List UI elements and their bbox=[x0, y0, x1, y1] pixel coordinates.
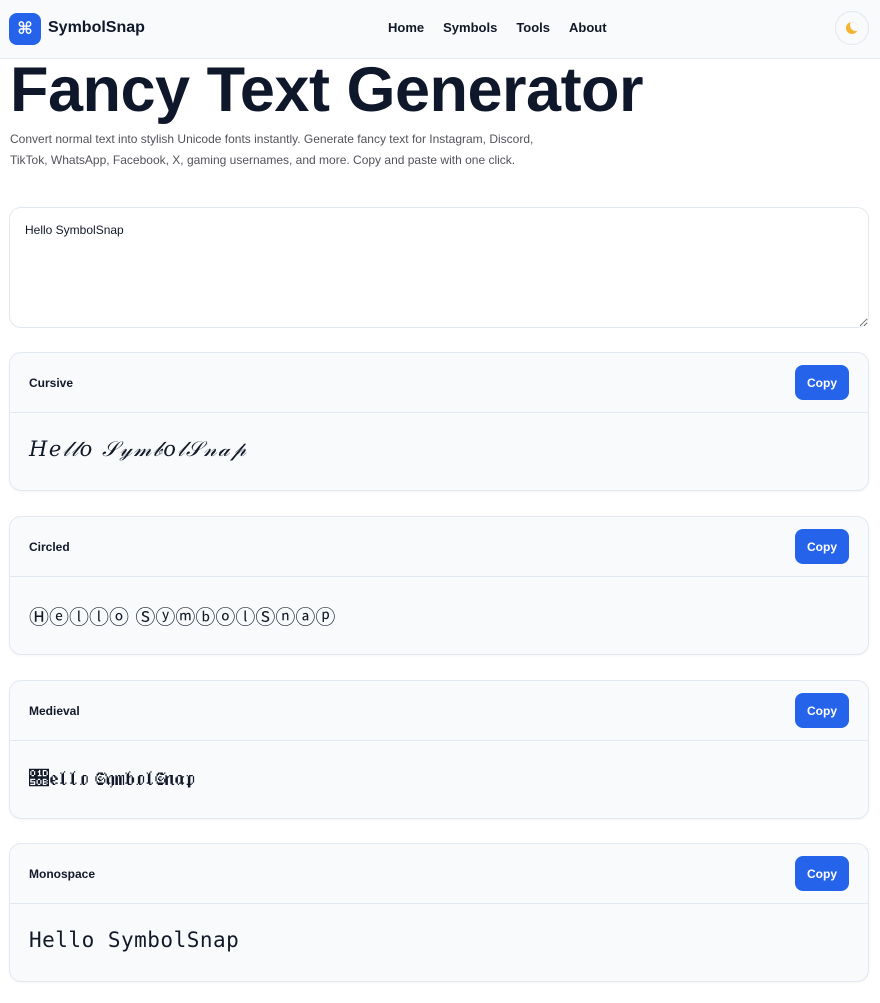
card-header: Circled Copy bbox=[10, 517, 868, 577]
theme-toggle-button[interactable] bbox=[835, 11, 869, 45]
card-header: Cursive Copy bbox=[10, 353, 868, 413]
copy-button[interactable]: Copy bbox=[795, 529, 849, 564]
copy-button[interactable]: Copy bbox=[795, 365, 849, 400]
nav-home[interactable]: Home bbox=[388, 20, 424, 35]
page-title: Fancy Text Generator bbox=[10, 55, 644, 125]
nav-tools[interactable]: Tools bbox=[516, 20, 550, 35]
style-output: Ⓗⓔⓛⓛⓞ ⓈⓨⓜⓑⓞⓛⓈⓝⓐⓟ bbox=[29, 605, 336, 629]
style-output: 𝙷𝚎𝚕𝚕𝚘 𝚂𝚢𝚖𝚋𝚘𝚕𝚂𝚗𝚊𝚙 bbox=[29, 928, 240, 952]
style-label: Circled bbox=[29, 540, 70, 554]
copy-button[interactable]: Copy bbox=[795, 856, 849, 891]
logo-icon[interactable]: ⌘ bbox=[9, 13, 41, 45]
copy-button[interactable]: Copy bbox=[795, 693, 849, 728]
card-header: Medieval Copy bbox=[10, 681, 868, 741]
nav-about[interactable]: About bbox=[569, 20, 607, 35]
page-subtitle: Convert normal text into stylish Unicode… bbox=[10, 132, 534, 167]
nav-symbols[interactable]: Symbols bbox=[443, 20, 497, 35]
style-card-medieval: Medieval Copy 𝔋𝔢𝔩𝔩𝔬 𝔖𝔶𝔪𝔟𝔬𝔩𝔖𝔫𝔞𝔭 bbox=[9, 680, 869, 819]
brand-name[interactable]: SymbolSnap bbox=[48, 19, 145, 37]
style-label: Cursive bbox=[29, 376, 74, 390]
card-header: Monospace Copy bbox=[10, 844, 868, 904]
main-nav: Home Symbols Tools About bbox=[388, 20, 607, 35]
style-label: Monospace bbox=[29, 867, 96, 881]
style-card-cursive: Cursive Copy 𝐻𝑒𝓁𝓁𝑜 𝒮𝓎𝓂𝒷𝑜𝓁𝒮𝓃𝒶𝓅 bbox=[9, 352, 869, 491]
style-output: 𝔋𝔢𝔩𝔩𝔬 𝔖𝔶𝔪𝔟𝔬𝔩𝔖𝔫𝔞𝔭 bbox=[29, 766, 196, 790]
style-output: 𝐻𝑒𝓁𝓁𝑜 𝒮𝓎𝓂𝒷𝑜𝓁𝒮𝓃𝒶𝓅 bbox=[29, 437, 248, 461]
site-header: ⌘ SymbolSnap Home Symbols Tools About bbox=[0, 0, 880, 59]
style-card-monospace: Monospace Copy 𝙷𝚎𝚕𝚕𝚘 𝚂𝚢𝚖𝚋𝚘𝚕𝚂𝚗𝚊𝚙 bbox=[9, 843, 869, 982]
style-label: Medieval bbox=[29, 704, 80, 718]
text-input[interactable] bbox=[9, 207, 869, 328]
moon-icon bbox=[846, 22, 858, 34]
style-card-circled: Circled Copy Ⓗⓔⓛⓛⓞ ⓈⓨⓜⓑⓞⓛⓈⓝⓐⓟ bbox=[9, 516, 869, 655]
